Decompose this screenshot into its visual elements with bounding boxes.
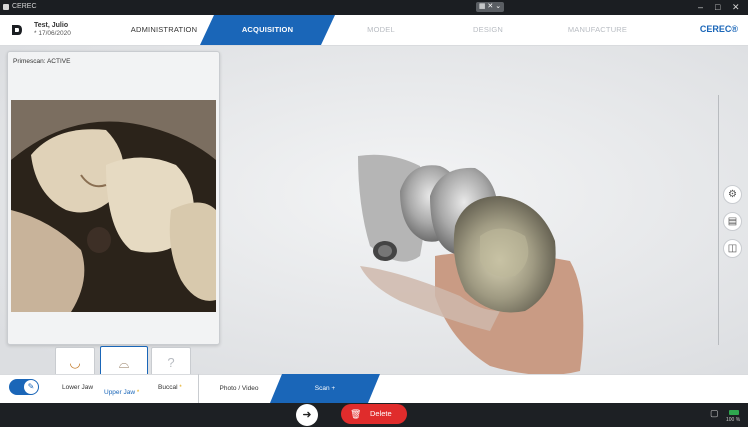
step-manufacture[interactable]: MANUFACTURE [550,15,645,45]
phase-scan[interactable]: Scan + [270,374,380,403]
minimize-icon[interactable]: – [698,2,703,12]
upper-jaw-marker: * [136,390,140,396]
delete-label: Delete [370,409,392,418]
patient-logo-icon [12,25,22,35]
workflow-header: Test, Julio * 17/06/2020 ADMINISTRATION … [0,15,748,46]
step-administration[interactable]: ADMINISTRATION [118,15,210,45]
upper-jaw-text: Upper Jaw [104,389,136,396]
battery-percent: 100 % [726,417,741,423]
settings-icon[interactable]: ⚙ [723,185,742,204]
live-camera-panel: Primescan: ACTIVE [7,51,220,345]
step-design[interactable]: DESIGN [443,15,533,45]
buccal-marker: * [179,385,182,391]
app-logo-icon [3,4,9,10]
patient-name: Test, Julio [34,22,69,29]
label-lower-jaw[interactable]: Lower Jaw [62,384,93,391]
window-controls-center[interactable]: ▦ ✕ ⌄ [476,2,504,12]
scan-model-3d[interactable] [340,96,610,396]
back-button[interactable]: ➜ [296,404,318,426]
step-model[interactable]: MODEL [336,15,426,45]
window-title-bar: CEREC ▦ ✕ ⌄ – □ ✕ [0,0,748,15]
delete-button[interactable]: 🗑 Delete [341,404,407,424]
brush-icon: ✎ [24,380,38,394]
phase-photo-video[interactable]: Photo / Video [198,374,279,403]
upper-jaw-icon: ⌓ [118,356,130,371]
window-title: CEREC [12,3,37,10]
buccal-text: Buccal [158,384,178,391]
step-acquisition[interactable]: ACQUISITION [200,15,335,45]
close-icon[interactable]: ✕ [732,2,740,13]
view-toggle[interactable]: ✎ [9,379,39,395]
lower-jaw-icon: ◡ [69,355,81,370]
trash-icon: 🗑 [350,409,362,419]
battery-icon [729,410,739,415]
arrow-left-icon: ➜ [302,409,312,421]
message-icon[interactable]: ▢ [710,408,719,419]
patient-dob: * 17/06/2020 [34,30,71,37]
label-upper-jaw[interactable]: Upper Jaw * [104,389,139,396]
brand-logo: CEREC® [699,24,738,34]
live-camera-feed [11,100,216,312]
notes-icon[interactable]: ◫ [723,239,742,258]
scanner-status: Primescan: ACTIVE [13,58,71,65]
label-buccal[interactable]: Buccal * [158,384,182,391]
viewport-divider [718,95,719,345]
maximize-icon[interactable]: □ [715,2,720,12]
analysis-icon[interactable]: ▤ [723,212,742,231]
buccal-placeholder: ? [167,355,175,370]
